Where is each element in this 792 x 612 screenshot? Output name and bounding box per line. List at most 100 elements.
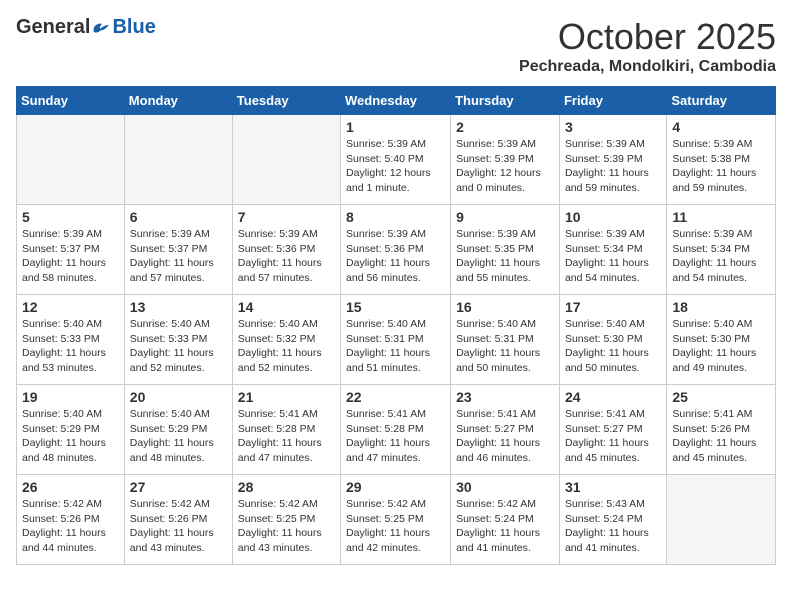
weekday-header: Sunday: [17, 87, 125, 115]
calendar-cell: 8 Sunrise: 5:39 AMSunset: 5:36 PMDaylight…: [341, 205, 451, 295]
calendar-cell: 24 Sunrise: 5:41 AMSunset: 5:27 PMDayligh…: [559, 385, 666, 475]
calendar-cell: [124, 115, 232, 205]
day-number: 29: [346, 479, 445, 495]
calendar-cell: 30 Sunrise: 5:42 AMSunset: 5:24 PMDayligh…: [451, 475, 560, 565]
day-number: 31: [565, 479, 661, 495]
day-info: Sunrise: 5:40 AMSunset: 5:31 PMDaylight:…: [456, 317, 554, 376]
day-info: Sunrise: 5:40 AMSunset: 5:33 PMDaylight:…: [130, 317, 227, 376]
day-info: Sunrise: 5:41 AMSunset: 5:28 PMDaylight:…: [238, 407, 335, 466]
day-info: Sunrise: 5:40 AMSunset: 5:29 PMDaylight:…: [22, 407, 119, 466]
day-info: Sunrise: 5:42 AMSunset: 5:25 PMDaylight:…: [238, 497, 335, 556]
day-number: 1: [346, 119, 445, 135]
calendar-cell: 27 Sunrise: 5:42 AMSunset: 5:26 PMDayligh…: [124, 475, 232, 565]
day-number: 16: [456, 299, 554, 315]
day-number: 26: [22, 479, 119, 495]
day-number: 24: [565, 389, 661, 405]
week-row: 5 Sunrise: 5:39 AMSunset: 5:37 PMDaylight…: [17, 205, 776, 295]
day-number: 12: [22, 299, 119, 315]
weekday-header-row: SundayMondayTuesdayWednesdayThursdayFrid…: [17, 87, 776, 115]
calendar-cell: 26 Sunrise: 5:42 AMSunset: 5:26 PMDayligh…: [17, 475, 125, 565]
calendar-cell: 18 Sunrise: 5:40 AMSunset: 5:30 PMDayligh…: [667, 295, 776, 385]
logo-general: General: [16, 16, 90, 39]
calendar-cell: 17Sunrise: 5:40 AMSunset: 5:30 PMDayligh…: [559, 295, 666, 385]
day-number: 3: [565, 119, 661, 135]
day-info: Sunrise: 5:39 AMSunset: 5:39 PMDaylight:…: [565, 137, 661, 196]
day-info: Sunrise: 5:42 AMSunset: 5:25 PMDaylight:…: [346, 497, 445, 556]
day-number: 27: [130, 479, 227, 495]
weekday-header: Monday: [124, 87, 232, 115]
day-info: Sunrise: 5:41 AMSunset: 5:27 PMDaylight:…: [456, 407, 554, 466]
calendar-cell: [667, 475, 776, 565]
day-number: 6: [130, 209, 227, 225]
day-info: Sunrise: 5:42 AMSunset: 5:24 PMDaylight:…: [456, 497, 554, 556]
day-number: 14: [238, 299, 335, 315]
calendar-cell: 7 Sunrise: 5:39 AMSunset: 5:36 PMDaylight…: [232, 205, 340, 295]
calendar-cell: 6 Sunrise: 5:39 AMSunset: 5:37 PMDaylight…: [124, 205, 232, 295]
day-info: Sunrise: 5:39 AMSunset: 5:40 PMDaylight:…: [346, 137, 445, 196]
day-number: 17: [565, 299, 661, 315]
day-info: Sunrise: 5:40 AMSunset: 5:32 PMDaylight:…: [238, 317, 335, 376]
week-row: 26 Sunrise: 5:42 AMSunset: 5:26 PMDayligh…: [17, 475, 776, 565]
calendar-cell: [17, 115, 125, 205]
weekday-header: Saturday: [667, 87, 776, 115]
day-info: Sunrise: 5:40 AMSunset: 5:29 PMDaylight:…: [130, 407, 227, 466]
day-info: Sunrise: 5:39 AMSunset: 5:36 PMDaylight:…: [238, 227, 335, 286]
calendar-cell: 25 Sunrise: 5:41 AMSunset: 5:26 PMDayligh…: [667, 385, 776, 475]
day-info: Sunrise: 5:39 AMSunset: 5:37 PMDaylight:…: [22, 227, 119, 286]
day-info: Sunrise: 5:39 AMSunset: 5:34 PMDaylight:…: [672, 227, 770, 286]
calendar-cell: 13 Sunrise: 5:40 AMSunset: 5:33 PMDayligh…: [124, 295, 232, 385]
weekday-header: Tuesday: [232, 87, 340, 115]
calendar-cell: 12 Sunrise: 5:40 AMSunset: 5:33 PMDayligh…: [17, 295, 125, 385]
calendar-cell: 11 Sunrise: 5:39 AMSunset: 5:34 PMDayligh…: [667, 205, 776, 295]
calendar-cell: 28Sunrise: 5:42 AMSunset: 5:25 PMDayligh…: [232, 475, 340, 565]
calendar-cell: 19 Sunrise: 5:40 AMSunset: 5:29 PMDayligh…: [17, 385, 125, 475]
calendar-cell: 23 Sunrise: 5:41 AMSunset: 5:27 PMDayligh…: [451, 385, 560, 475]
day-info: Sunrise: 5:41 AMSunset: 5:28 PMDaylight:…: [346, 407, 445, 466]
day-number: 7: [238, 209, 335, 225]
day-number: 5: [22, 209, 119, 225]
day-info: Sunrise: 5:40 AMSunset: 5:30 PMDaylight:…: [672, 317, 770, 376]
day-number: 2: [456, 119, 554, 135]
day-number: 25: [672, 389, 770, 405]
calendar-cell: 1 Sunrise: 5:39 AMSunset: 5:40 PMDaylight…: [341, 115, 451, 205]
day-info: Sunrise: 5:39 AMSunset: 5:34 PMDaylight:…: [565, 227, 661, 286]
day-info: Sunrise: 5:39 AMSunset: 5:36 PMDaylight:…: [346, 227, 445, 286]
day-number: 18: [672, 299, 770, 315]
calendar-cell: 2Sunrise: 5:39 AMSunset: 5:39 PMDaylight…: [451, 115, 560, 205]
week-row: 1 Sunrise: 5:39 AMSunset: 5:40 PMDaylight…: [17, 115, 776, 205]
day-info: Sunrise: 5:42 AMSunset: 5:26 PMDaylight:…: [22, 497, 119, 556]
calendar-cell: 4Sunrise: 5:39 AMSunset: 5:38 PMDaylight…: [667, 115, 776, 205]
day-info: Sunrise: 5:40 AMSunset: 5:33 PMDaylight:…: [22, 317, 119, 376]
day-number: 8: [346, 209, 445, 225]
day-number: 4: [672, 119, 770, 135]
day-number: 13: [130, 299, 227, 315]
calendar-cell: 3 Sunrise: 5:39 AMSunset: 5:39 PMDaylight…: [559, 115, 666, 205]
logo-blue: Blue: [112, 16, 155, 39]
day-info: Sunrise: 5:43 AMSunset: 5:24 PMDaylight:…: [565, 497, 661, 556]
calendar-cell: [232, 115, 340, 205]
week-row: 19 Sunrise: 5:40 AMSunset: 5:29 PMDayligh…: [17, 385, 776, 475]
day-number: 30: [456, 479, 554, 495]
day-number: 23: [456, 389, 554, 405]
calendar-cell: 22Sunrise: 5:41 AMSunset: 5:28 PMDayligh…: [341, 385, 451, 475]
logo-bird-icon: [92, 20, 112, 36]
calendar-cell: 20Sunrise: 5:40 AMSunset: 5:29 PMDayligh…: [124, 385, 232, 475]
day-info: Sunrise: 5:41 AMSunset: 5:27 PMDaylight:…: [565, 407, 661, 466]
calendar-cell: 21Sunrise: 5:41 AMSunset: 5:28 PMDayligh…: [232, 385, 340, 475]
day-number: 9: [456, 209, 554, 225]
day-info: Sunrise: 5:42 AMSunset: 5:26 PMDaylight:…: [130, 497, 227, 556]
day-number: 19: [22, 389, 119, 405]
calendar-cell: 5 Sunrise: 5:39 AMSunset: 5:37 PMDaylight…: [17, 205, 125, 295]
logo: General Blue: [16, 16, 156, 39]
day-info: Sunrise: 5:41 AMSunset: 5:26 PMDaylight:…: [672, 407, 770, 466]
weekday-header: Wednesday: [341, 87, 451, 115]
day-number: 11: [672, 209, 770, 225]
day-number: 10: [565, 209, 661, 225]
location: Pechreada, Mondolkiri, Cambodia: [519, 58, 776, 76]
calendar-cell: 15Sunrise: 5:40 AMSunset: 5:31 PMDayligh…: [341, 295, 451, 385]
week-row: 12 Sunrise: 5:40 AMSunset: 5:33 PMDayligh…: [17, 295, 776, 385]
day-info: Sunrise: 5:39 AMSunset: 5:35 PMDaylight:…: [456, 227, 554, 286]
day-info: Sunrise: 5:39 AMSunset: 5:37 PMDaylight:…: [130, 227, 227, 286]
calendar-cell: 14 Sunrise: 5:40 AMSunset: 5:32 PMDayligh…: [232, 295, 340, 385]
calendar-cell: 9 Sunrise: 5:39 AMSunset: 5:35 PMDaylight…: [451, 205, 560, 295]
